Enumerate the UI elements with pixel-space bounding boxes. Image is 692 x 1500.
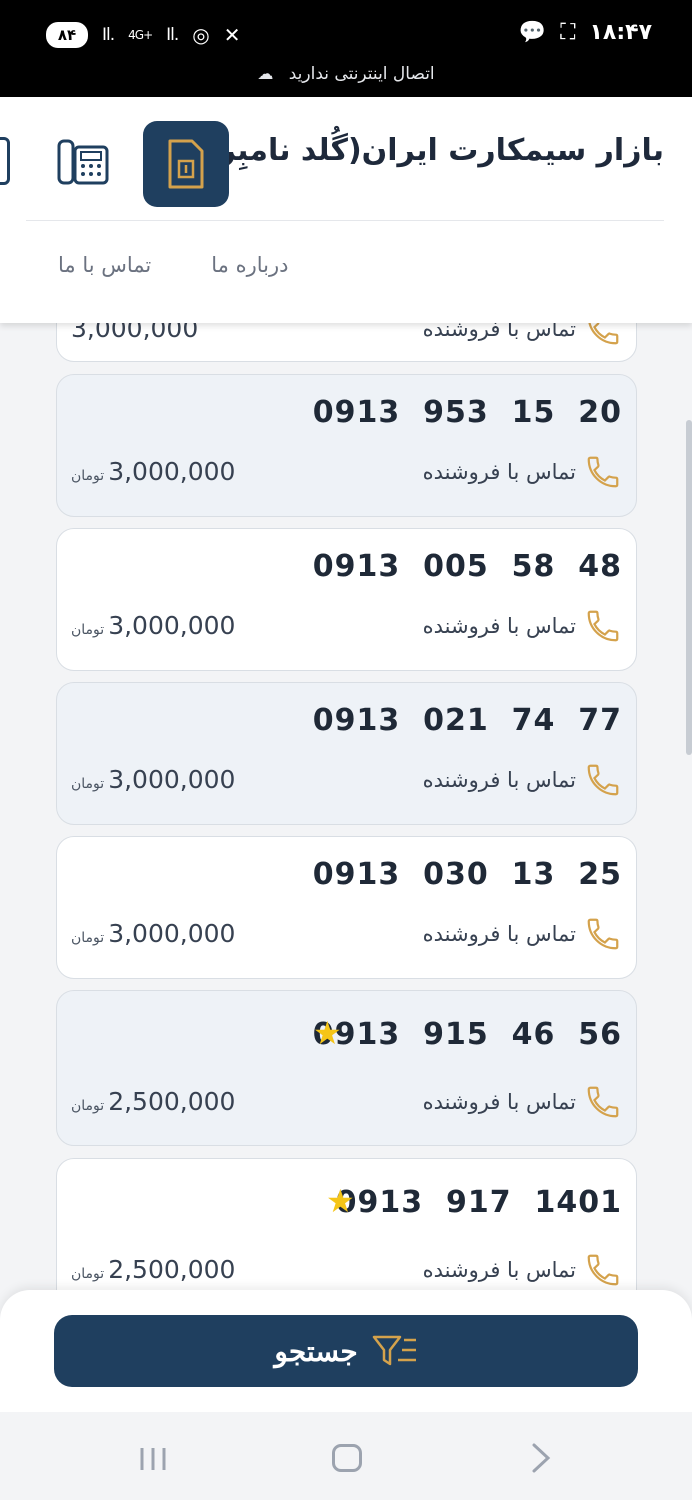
bottom-search-bar: جستجو xyxy=(0,1290,692,1412)
phone-number: 0913 021 74 77 xyxy=(312,703,622,738)
price: تومان 3,000,000 xyxy=(71,611,235,640)
price-currency: تومان xyxy=(71,1098,105,1114)
price-value: 2,500,000 xyxy=(108,1087,236,1116)
contact-label: تماس با فروشنده xyxy=(422,768,576,792)
screenshot-icon: ⛶ xyxy=(560,20,576,45)
battery-indicator: ۸۴ xyxy=(46,22,88,48)
price: تومان 2,500,000 xyxy=(71,1087,235,1116)
system-nav-bar xyxy=(0,1412,692,1500)
signal-icon-2: Il. xyxy=(166,25,179,45)
network-type: 4G+ xyxy=(128,28,153,42)
home-icon[interactable] xyxy=(332,1444,362,1472)
phone-number: 0913 953 15 20 xyxy=(312,395,622,430)
signal-icon: Il. xyxy=(102,25,115,45)
price-value: 3,000,000 xyxy=(108,611,236,640)
star-icon: ★ xyxy=(313,1014,342,1052)
listing-card[interactable]: 0913 005 58 48 تماس با فروشنده تومان 3,0… xyxy=(56,528,637,671)
price-currency: تومان xyxy=(71,776,105,792)
price: تومان 3,000,000 xyxy=(71,919,235,948)
phone-handset-icon xyxy=(587,1254,619,1286)
contact-seller[interactable]: تماس با فروشنده xyxy=(423,1251,622,1289)
contact-seller[interactable]: تماس با فروشنده xyxy=(423,1083,622,1121)
price-currency: تومان xyxy=(71,468,105,484)
contact-seller[interactable]: تماس با فروشنده xyxy=(423,761,622,799)
listing-card[interactable]: 0913 953 15 20 تماس با فروشنده تومان 3,0… xyxy=(56,374,637,517)
search-label: جستجو xyxy=(274,1335,358,1367)
search-button[interactable]: جستجو xyxy=(54,1315,638,1387)
price-value: 3,000,000 xyxy=(108,457,236,486)
clock: ۱۸:۴۷ xyxy=(589,20,652,45)
hotspot-icon: ◎ xyxy=(192,23,210,47)
status-bar: ۸۴ Il. 4G+ Il. ◎ ✕ 💬 ⛶ ۱۸:۴۷ اتصال اینتر… xyxy=(0,0,692,97)
price-value: 3,000,000 xyxy=(108,919,236,948)
chat-icon: 💬 xyxy=(518,20,547,45)
contact-label: تماس با فروشنده xyxy=(422,1258,576,1282)
phone-handset-icon xyxy=(587,1086,619,1118)
desk-phone-icon[interactable] xyxy=(56,133,112,189)
offline-text: اتصال اینترنتی ندارید xyxy=(288,64,435,84)
price-currency: تومان xyxy=(71,1266,105,1282)
cloud-off-icon: ☁ xyxy=(257,64,274,83)
phone-number: 0913 917 1401 xyxy=(335,1185,622,1220)
contact-seller[interactable]: تماس با فروشنده xyxy=(423,607,622,645)
listing-card[interactable]: 0913 021 74 77 تماس با فروشنده تومان 3,0… xyxy=(56,682,637,825)
price: تومان 3,000,000 xyxy=(71,765,235,794)
header-divider xyxy=(26,220,664,221)
phone-number: 0913 915 46 56 xyxy=(312,1017,622,1052)
recent-apps-icon[interactable] xyxy=(139,1446,167,1472)
nav-contact[interactable]: تماس با ما xyxy=(58,253,151,277)
phone-number: 0913 005 58 48 xyxy=(312,549,622,584)
listing-card[interactable]: 0913 915 46 56 ★ تماس با فروشنده تومان 2… xyxy=(56,990,637,1146)
offline-banner: اتصال اینترنتی ندارید ☁ xyxy=(0,64,692,84)
price-value: 3,000,000 xyxy=(108,765,236,794)
contact-label: تماس با فروشنده xyxy=(422,460,576,484)
contact-label: تماس با فروشنده xyxy=(422,614,576,638)
contact-seller[interactable]: تماس با فروشنده xyxy=(423,915,622,953)
status-left: ۸۴ Il. 4G+ Il. ◎ ✕ xyxy=(46,22,241,48)
phone-handset-icon xyxy=(587,764,619,796)
status-right: 💬 ⛶ ۱۸:۴۷ xyxy=(519,20,652,45)
price-value: 2,500,000 xyxy=(108,1255,236,1284)
contact-label: تماس با فروشنده xyxy=(422,1090,576,1114)
contact-seller[interactable]: تماس با فروشنده xyxy=(423,453,622,491)
listing-card[interactable]: 0913 030 13 25 تماس با فروشنده تومان 3,0… xyxy=(56,836,637,979)
scrollbar[interactable] xyxy=(686,420,692,755)
nav-about[interactable]: درباره ما xyxy=(211,253,288,277)
site-header: بازار سیمکارت ایران(گُلد نامبِر) درباره … xyxy=(0,97,692,323)
contact-label: تماس با فروشنده xyxy=(422,922,576,946)
sim-card-button[interactable] xyxy=(143,121,229,207)
star-icon: ★ xyxy=(326,1182,355,1220)
phone-handset-icon xyxy=(587,918,619,950)
price: تومان 3,000,000 xyxy=(71,457,235,486)
phone-number: 0913 030 13 25 xyxy=(312,857,622,892)
header-nav: درباره ما تماس با ما xyxy=(58,253,288,277)
sim-card-icon xyxy=(168,139,204,189)
price-currency: تومان xyxy=(71,930,105,946)
site-title: بازار سیمکارت ایران(گُلد نامبِر) xyxy=(204,133,664,168)
filter-icon xyxy=(372,1335,416,1366)
phone-handset-icon xyxy=(587,456,619,488)
phone-handset-icon xyxy=(587,610,619,642)
price: تومان 2,500,000 xyxy=(71,1255,235,1284)
price-currency: تومان xyxy=(71,622,105,638)
mute-icon: ✕ xyxy=(223,23,241,47)
menu-icon-partial[interactable] xyxy=(0,137,10,185)
back-icon[interactable] xyxy=(528,1442,554,1474)
